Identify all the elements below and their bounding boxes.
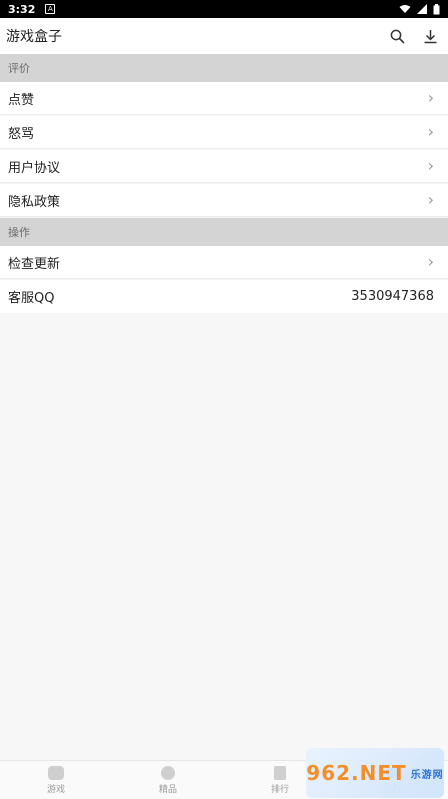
section-header-rating: 评价 [0,54,448,82]
bookmark-icon [274,765,286,780]
row-label: 点赞 [8,92,35,108]
row-label: 怒骂 [8,126,35,142]
watermark-logo: 962.NET 乐游网 [306,748,444,798]
settings-row-like[interactable]: 点赞 › [0,82,448,115]
status-icons [399,3,440,15]
row-label: 客服QQ [8,291,55,306]
search-icon [390,29,405,43]
chevron-right-icon: › [427,122,434,141]
status-time: 3:32 [8,2,36,16]
download-icon [424,29,437,43]
nav-item-featured[interactable]: 精品 [112,761,224,799]
app-bar: 游戏盒子 [0,18,448,54]
row-label: 检查更新 [8,256,61,272]
settings-row-user-agreement[interactable]: 用户协议 › [0,150,448,183]
nav-item-games[interactable]: 游戏 [0,761,112,799]
settings-row-customer-qq[interactable]: 客服QQ 3530947368 [0,280,448,313]
chevron-right-icon: › [427,88,434,107]
search-button[interactable] [390,29,405,44]
download-button[interactable] [423,29,438,44]
signal-icon [417,4,427,14]
notification-icon: A [45,4,56,14]
qq-number: 3530947368 [351,289,434,304]
chevron-right-icon: › [427,190,434,209]
nav-label: 排行 [270,784,289,795]
watermark-sub: 乐游网 [410,769,444,781]
section-header-actions: 操作 [0,218,448,246]
heart-icon [161,765,175,780]
settings-row-check-update[interactable]: 检查更新 › [0,246,448,279]
battery-icon [433,3,440,14]
settings-row-complain[interactable]: 怒骂 › [0,116,448,149]
chevron-right-icon: › [427,252,434,271]
row-label: 隐私政策 [8,194,61,210]
gamepad-icon [48,765,64,780]
settings-row-privacy-policy[interactable]: 隐私政策 › [0,184,448,217]
status-bar: 3:32 A [0,0,448,18]
chevron-right-icon: › [427,156,434,175]
watermark-text: 962.NET [306,761,407,785]
nav-label: 精品 [158,784,177,795]
nav-label: 游戏 [46,784,65,795]
wifi-icon [399,5,411,13]
page-title: 游戏盒子 [6,29,62,45]
row-label: 用户协议 [8,160,61,176]
